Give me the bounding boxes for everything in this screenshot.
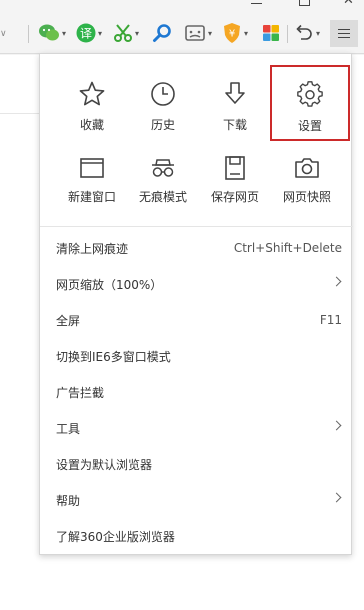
menu-item-label: 广告拦截 — [56, 385, 105, 400]
browser-toolbar: ∨ ▾ 译 ▾ ▾ ▾ ¥ ▾ ▾ — [0, 12, 364, 54]
chevron-right-icon — [331, 492, 342, 503]
menu-item-tools[interactable]: 工具 — [40, 410, 353, 446]
menu-item-label: 了解360企业版浏览器 — [56, 529, 175, 544]
minimize-button[interactable] — [250, 0, 264, 8]
clock-icon — [151, 82, 175, 106]
menu-item-ad-block[interactable]: 广告拦截 — [40, 374, 353, 410]
gear-icon — [297, 81, 323, 107]
incognito-label: 无痕模式 — [138, 190, 187, 204]
menu-item-help[interactable]: 帮助 — [40, 482, 353, 518]
main-menu-button[interactable] — [330, 20, 358, 47]
camera-icon — [295, 158, 319, 178]
menu-item-label: 全屏 — [56, 313, 81, 328]
security-button[interactable]: ¥ ▾ — [222, 22, 248, 44]
maximize-button[interactable] — [298, 0, 312, 8]
apps-grid-icon — [263, 25, 279, 41]
svg-text:¥: ¥ — [229, 29, 235, 40]
toolbar-divider — [287, 25, 288, 43]
window-titlebar: ✕ — [0, 0, 364, 12]
save-page-button[interactable]: 保存网页 — [198, 146, 272, 216]
settings-label: 设置 — [297, 119, 322, 133]
menu-item-label: 切换到IE6多窗口模式 — [56, 349, 171, 364]
gamepad-icon — [185, 25, 205, 41]
new-window-button[interactable]: 新建窗口 — [55, 146, 129, 216]
favorites-button[interactable]: 收藏 — [55, 68, 129, 138]
save-page-label: 保存网页 — [210, 190, 259, 204]
chevron-right-icon — [331, 420, 342, 431]
shield-icon: ¥ — [224, 23, 240, 43]
menu-item-zoom[interactable]: 网页缩放（100%） — [40, 266, 353, 302]
chevron-down-icon[interactable]: ▾ — [208, 29, 212, 38]
chevron-down-icon[interactable]: ▾ — [98, 29, 102, 38]
menu-item-default-browser[interactable]: 设置为默认浏览器 — [40, 446, 353, 482]
chevron-down-icon[interactable]: ∨ — [0, 29, 7, 39]
svg-text:译: 译 — [80, 27, 92, 41]
settings-button[interactable]: 设置 — [270, 65, 350, 141]
wechat-button[interactable]: ▾ — [38, 22, 66, 44]
hamburger-icon — [338, 26, 350, 41]
incognito-button[interactable]: 无痕模式 — [126, 146, 200, 216]
menu-item-clear-history[interactable]: 清除上网痕迹 Ctrl+Shift+Delete — [40, 230, 353, 266]
chevron-right-icon — [331, 276, 342, 287]
quick-actions: 收藏 历史 下载 设置 新建窗口 无痕模式 保存网页 网页快照 — [40, 54, 353, 224]
downloads-label: 下载 — [222, 118, 247, 132]
search-button[interactable] — [152, 22, 172, 44]
main-menu-panel: 收藏 历史 下载 设置 新建窗口 无痕模式 保存网页 网页快照 清除上网痕迹 C… — [39, 53, 353, 555]
translate-button[interactable]: 译 ▾ — [76, 22, 102, 44]
history-label: 历史 — [150, 118, 175, 132]
star-icon — [79, 81, 105, 106]
history-button[interactable]: 历史 — [126, 68, 200, 138]
menu-item-label: 帮助 — [56, 493, 81, 508]
divider — [0, 113, 40, 114]
new-window-label: 新建窗口 — [67, 190, 116, 204]
chevron-down-icon[interactable]: ▾ — [62, 29, 66, 38]
download-icon — [225, 82, 245, 104]
menu-item-label: 清除上网痕迹 — [56, 241, 129, 256]
new-window-icon — [80, 158, 104, 178]
menu-item-ie6-mode[interactable]: 切换到IE6多窗口模式 — [40, 338, 353, 374]
shortcut-text: F11 — [319, 313, 342, 327]
scissors-icon — [114, 24, 132, 42]
apps-button[interactable] — [262, 22, 280, 44]
menu-item-fullscreen[interactable]: 全屏 F11 — [40, 302, 353, 338]
toolbar-divider — [28, 25, 29, 43]
favorites-label: 收藏 — [79, 118, 104, 132]
close-button[interactable]: ✕ — [343, 0, 357, 8]
wechat-icon — [39, 24, 59, 41]
search-icon — [153, 24, 171, 42]
menu-divider — [40, 226, 353, 227]
screenshot-button[interactable]: ▾ — [113, 22, 139, 44]
incognito-icon — [152, 159, 174, 177]
menu-items: 清除上网痕迹 Ctrl+Shift+Delete 网页缩放（100%） 全屏 F… — [40, 230, 353, 554]
shortcut-text: Ctrl+Shift+Delete — [233, 241, 342, 255]
chevron-down-icon[interactable]: ▾ — [135, 29, 139, 38]
menu-item-label: 工具 — [56, 421, 81, 436]
undo-icon — [296, 24, 312, 40]
downloads-button[interactable]: 下载 — [198, 68, 272, 138]
menu-item-label: 设置为默认浏览器 — [56, 457, 153, 472]
snapshot-button[interactable]: 网页快照 — [270, 146, 344, 216]
chevron-down-icon[interactable]: ▾ — [244, 29, 248, 38]
save-icon — [225, 156, 245, 180]
undo-button[interactable]: ▾ — [294, 22, 320, 44]
snapshot-label: 网页快照 — [282, 190, 331, 204]
translate-icon: 译 — [76, 23, 96, 43]
menu-item-enterprise[interactable]: 了解360企业版浏览器 — [40, 518, 353, 554]
menu-item-label: 网页缩放（100%） — [56, 277, 163, 292]
game-button[interactable]: ▾ — [184, 22, 212, 44]
chevron-down-icon[interactable]: ▾ — [316, 29, 320, 38]
